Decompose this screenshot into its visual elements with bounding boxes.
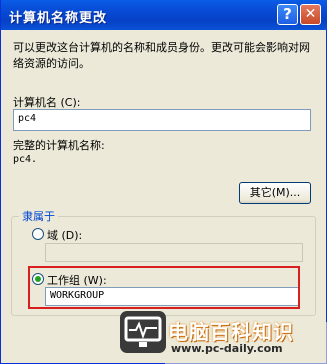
description-text: 可以更改这台计算机的名称和成员身份。更改可能会影响对网络资源的访问。 [13, 41, 310, 70]
domain-input[interactable] [45, 243, 303, 262]
close-button[interactable]: ✕ [300, 4, 321, 25]
domain-radio[interactable] [32, 228, 44, 240]
other-button[interactable]: 其它(M)... [239, 182, 311, 204]
full-name-value: pc4. [13, 154, 38, 165]
title-bar[interactable]: 计算机名称更改 ? ✕ [1, 0, 327, 30]
close-icon: ✕ [304, 6, 317, 22]
dialog-window: 计算机名称更改 ? ✕ 可以更改这台计算机的名称和成员身份。更改可能会影响对网络… [0, 0, 327, 364]
help-button[interactable]: ? [277, 4, 298, 25]
help-icon: ? [283, 5, 292, 23]
domain-label: 域 (D): [47, 229, 83, 242]
window-title: 计算机名称更改 [9, 11, 108, 26]
computer-name-input[interactable]: pc4 [13, 109, 311, 131]
monitor-icon [120, 311, 166, 353]
watermark-title: 电脑百科知识 [168, 320, 294, 344]
computer-name-value: pc4 [18, 113, 37, 124]
watermark-url: www.pc-daily.com [171, 342, 283, 355]
computer-name-label: 计算机名 (C): [13, 96, 81, 109]
full-name-label: 完整的计算机名称: [13, 139, 105, 152]
member-of-legend: 隶属于 [19, 208, 58, 224]
